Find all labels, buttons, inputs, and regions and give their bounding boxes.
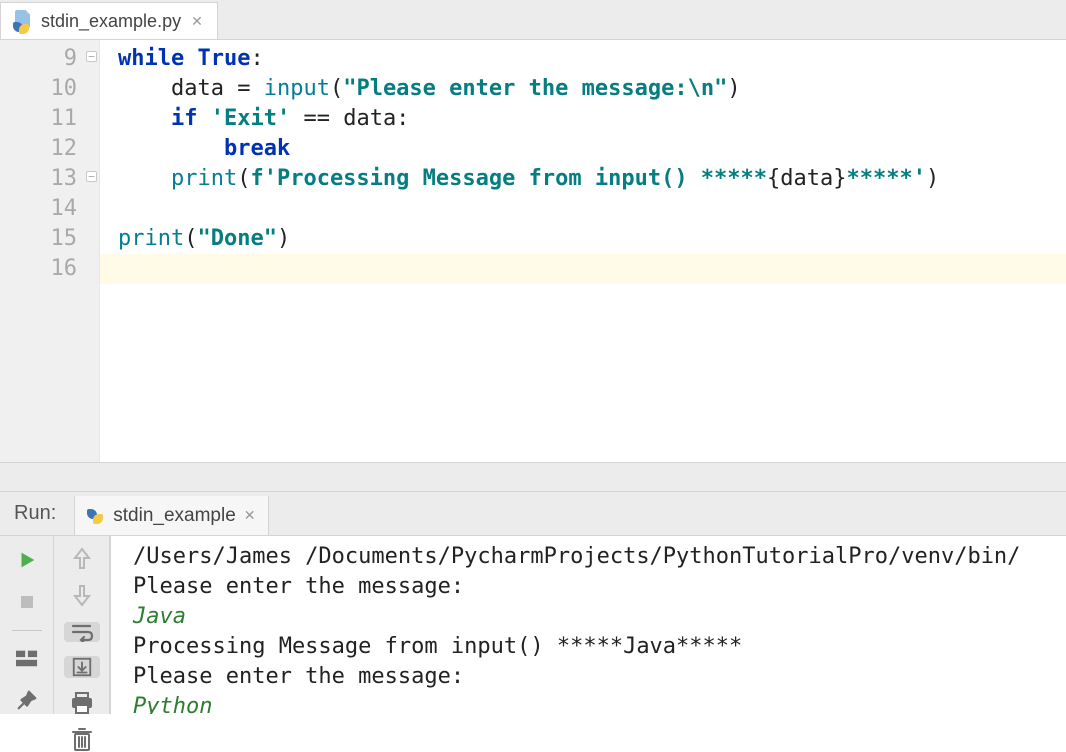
- run-toolbar-primary: [0, 536, 54, 714]
- run-tab-stdin-example[interactable]: stdin_example ✕: [74, 496, 268, 535]
- console-line: /Users/James /Documents/PycharmProjects/…: [133, 542, 1060, 572]
- line-number-gutter: 910111213141516: [0, 40, 100, 462]
- up-arrow-button[interactable]: [64, 546, 100, 570]
- python-icon: [87, 507, 105, 525]
- console-line: Processing Message from input() *****Jav…: [133, 632, 1060, 662]
- close-icon[interactable]: ✕: [244, 507, 256, 524]
- line-number: 12: [0, 134, 77, 164]
- run-panel-label: Run:: [14, 492, 64, 535]
- code-area[interactable]: −while True: data = input("Please enter …: [100, 40, 1066, 462]
- code-line[interactable]: −while True:: [100, 44, 1066, 74]
- code-line[interactable]: data = input("Please enter the message:\…: [100, 74, 1066, 104]
- scroll-to-end-button[interactable]: [64, 656, 100, 678]
- code-line[interactable]: [100, 194, 1066, 224]
- editor-tab-stdin-example[interactable]: stdin_example.py ✕: [0, 2, 218, 39]
- rerun-button[interactable]: [9, 546, 45, 574]
- line-number: 10: [0, 74, 77, 104]
- editor-tabbar: stdin_example.py ✕: [0, 0, 1066, 40]
- editor-tab-label: stdin_example.py: [41, 11, 181, 32]
- code-line[interactable]: break: [100, 134, 1066, 164]
- print-button[interactable]: [64, 692, 100, 714]
- panel-divider[interactable]: [0, 462, 1066, 492]
- code-line[interactable]: print("Done"): [100, 224, 1066, 254]
- console-user-input: Java: [133, 602, 1060, 632]
- line-number: 16: [0, 254, 77, 284]
- close-icon[interactable]: ✕: [189, 13, 205, 30]
- console-line: Please enter the message:: [133, 662, 1060, 692]
- run-panel-body: /Users/James /Documents/PycharmProjects/…: [0, 536, 1066, 714]
- line-number: 13: [0, 164, 77, 194]
- layout-button[interactable]: [9, 644, 45, 672]
- line-number: 15: [0, 224, 77, 254]
- code-line[interactable]: − print(f'Processing Message from input(…: [100, 164, 1066, 194]
- fold-end-icon[interactable]: −: [86, 171, 97, 182]
- code-line[interactable]: [100, 254, 1066, 284]
- python-file-icon: [13, 10, 33, 32]
- run-panel-header: Run: stdin_example ✕: [0, 492, 1066, 536]
- line-number: 14: [0, 194, 77, 224]
- pin-button[interactable]: [9, 686, 45, 714]
- console-user-input: Python: [133, 692, 1060, 714]
- run-toolbar-secondary: [54, 536, 110, 714]
- console-line: Please enter the message:: [133, 572, 1060, 602]
- code-line[interactable]: if 'Exit' == data:: [100, 104, 1066, 134]
- stop-button[interactable]: [9, 588, 45, 616]
- down-arrow-button[interactable]: [64, 584, 100, 608]
- console-output[interactable]: /Users/James /Documents/PycharmProjects/…: [110, 536, 1066, 714]
- line-number: 9: [0, 44, 77, 74]
- trash-button[interactable]: [64, 728, 100, 752]
- fold-start-icon[interactable]: −: [86, 51, 97, 62]
- run-tab-label: stdin_example: [113, 505, 236, 527]
- code-editor[interactable]: 910111213141516 −while True: data = inpu…: [0, 40, 1066, 462]
- line-number: 11: [0, 104, 77, 134]
- soft-wrap-button[interactable]: [64, 622, 100, 642]
